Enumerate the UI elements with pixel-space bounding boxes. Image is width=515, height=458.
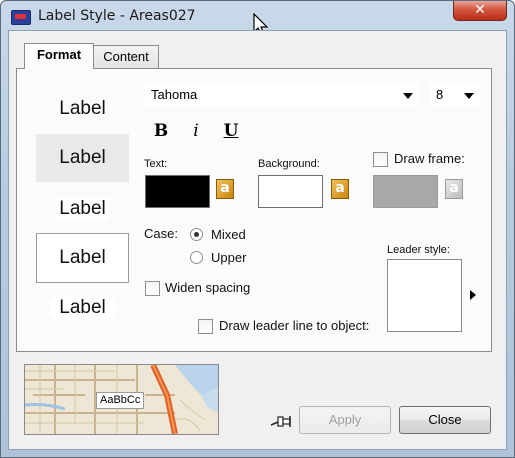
font-family-value: Tahoma (151, 87, 198, 102)
tab-format[interactable]: Format (24, 43, 94, 69)
pin-icon[interactable] (269, 412, 293, 430)
apply-button[interactable]: Apply (299, 406, 391, 434)
draw-leader-line-label: Draw leader line to object: (219, 318, 370, 333)
label-preview-text: Label (59, 247, 106, 268)
label-preview-selected[interactable]: Label (36, 233, 129, 283)
background-font-button[interactable]: a (330, 178, 354, 204)
case-mixed-label: Mixed (211, 227, 246, 242)
case-mixed-radio[interactable] (190, 228, 203, 241)
case-upper-label: Upper (211, 250, 247, 265)
map-preview-label: AaBbCc (96, 392, 145, 409)
leader-style-next-button[interactable] (463, 281, 483, 309)
label-preview-box[interactable]: Label (36, 186, 129, 232)
case-label: Case: (144, 226, 178, 241)
font-a-icon: a (216, 179, 234, 199)
close-button[interactable]: Close (399, 406, 491, 434)
frame-font-button: a (444, 178, 468, 204)
text-font-button[interactable]: a (215, 178, 239, 204)
font-a-icon: a (445, 179, 463, 199)
widen-spacing-checkbox[interactable] (145, 281, 160, 296)
app-icon (11, 10, 31, 25)
label-preview-plain[interactable]: Label (36, 86, 129, 132)
widen-spacing-label: Widen spacing (165, 280, 251, 295)
tab-content[interactable]: Content (93, 45, 159, 68)
chevron-down-icon (403, 93, 413, 99)
label-preview-text: Label (49, 295, 116, 321)
background-color-swatch[interactable] (258, 175, 323, 208)
label-preview-shaded[interactable]: Label (36, 134, 129, 182)
label-preview-rounded[interactable]: Label (36, 285, 129, 331)
background-color-label: Background: (258, 158, 320, 170)
close-icon: ✕ (474, 2, 486, 18)
map-preview: AaBbCc (24, 364, 219, 435)
draw-frame-label: Draw frame: (394, 151, 465, 166)
font-family-select[interactable]: Tahoma (144, 82, 420, 108)
label-preview-text: Label (56, 197, 109, 221)
font-size-value: 8 (436, 87, 444, 102)
italic-button[interactable]: i (185, 120, 207, 142)
case-upper-radio[interactable] (190, 251, 203, 264)
font-size-select[interactable]: 8 (429, 82, 481, 108)
label-preview-text: Label (59, 147, 106, 168)
text-color-swatch[interactable] (145, 175, 210, 208)
chevron-down-icon (464, 93, 474, 99)
leader-style-preview[interactable] (387, 259, 462, 332)
title-bar[interactable]: Label Style - Areas027 ✕ (1, 1, 514, 36)
draw-frame-checkbox[interactable] (373, 152, 388, 167)
close-window-button[interactable]: ✕ (453, 1, 507, 21)
underline-button[interactable]: U (220, 120, 242, 142)
bold-button[interactable]: B (150, 120, 172, 142)
draw-leader-line-checkbox[interactable] (198, 319, 213, 334)
text-color-label: Text: (144, 158, 168, 170)
label-preview-text: Label (59, 98, 106, 119)
frame-color-swatch (373, 175, 438, 208)
window-title: Label Style - Areas027 (38, 8, 196, 24)
leader-style-label: Leader style: (387, 244, 450, 256)
font-a-icon: a (331, 179, 349, 199)
